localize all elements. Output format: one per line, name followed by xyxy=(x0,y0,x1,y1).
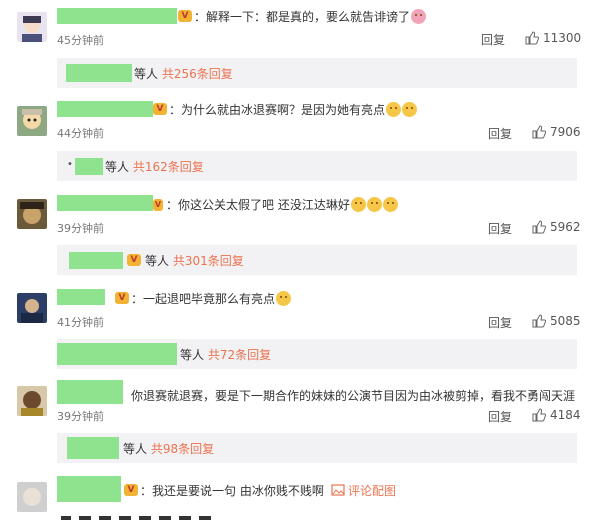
reply-button[interactable]: 回复 xyxy=(488,314,512,331)
view-replies-link[interactable]: 共72条回复 xyxy=(208,348,271,362)
reply-summary: 等人 共72条回复 xyxy=(180,348,272,362)
timestamp: 41分钟前 xyxy=(57,316,104,329)
like-count: 5085 xyxy=(550,314,581,328)
view-replies-link[interactable]: 共162条回复 xyxy=(133,160,204,174)
comment-text: ：你这公关太假了吧 还没江达琳好 xyxy=(166,196,398,213)
like-thumb-icon[interactable] xyxy=(532,220,546,234)
avatar[interactable] xyxy=(17,482,47,512)
drool-emoji-icon xyxy=(366,197,382,212)
view-comment-image-link[interactable]: 评论配图 xyxy=(348,482,396,499)
username-redacted[interactable] xyxy=(57,101,153,117)
timestamp: 45分钟前 xyxy=(57,34,104,47)
smirk-emoji-icon xyxy=(276,291,292,306)
vip-badge-icon: V xyxy=(178,10,192,22)
avatar[interactable] xyxy=(17,293,47,323)
drool-emoji-icon xyxy=(382,197,398,212)
replier-names-redacted xyxy=(66,64,132,82)
username-redacted[interactable] xyxy=(57,8,177,24)
reply-summary: 等人 共256条回复 xyxy=(134,67,233,81)
comment-text: ：解释一下：都是真的，要么就告诽谤了 xyxy=(194,8,427,25)
vip-badge-icon: V xyxy=(153,103,167,115)
avatar[interactable] xyxy=(17,386,47,416)
comment-image-preview[interactable] xyxy=(57,508,227,520)
avatar[interactable] xyxy=(17,12,47,42)
heart-eyes-emoji-icon xyxy=(402,102,418,117)
drool-emoji-icon xyxy=(350,197,366,212)
username-redacted[interactable] xyxy=(57,380,123,404)
reply-summary: 等人 共98条回复 xyxy=(123,442,215,456)
timestamp: 39分钟前 xyxy=(57,410,104,423)
view-replies-link[interactable]: 共301条回复 xyxy=(173,254,244,268)
like-count: 4184 xyxy=(550,408,581,422)
vip-badge-icon: V xyxy=(127,254,141,266)
more-dots: • xyxy=(67,159,73,170)
reply-summary-box[interactable]: 等人 共98条回复 xyxy=(57,433,577,463)
reply-button[interactable]: 回复 xyxy=(488,220,512,237)
vip-badge-icon: V xyxy=(115,292,129,304)
like-count: 11300 xyxy=(543,31,582,45)
reply-summary: 等人 共162条回复 xyxy=(105,160,204,174)
heart-eyes-emoji-icon xyxy=(386,102,402,117)
replier-names-redacted xyxy=(67,437,119,459)
like-thumb-icon[interactable] xyxy=(532,125,546,139)
reply-summary-box[interactable]: V 等人 共301条回复 xyxy=(57,245,577,275)
replier-names-redacted xyxy=(75,158,103,175)
reply-summary-box[interactable]: 等人 共256条回复 xyxy=(57,58,577,88)
comment-text: ：为什么就由冰退赛啊？是因为她有亮点 xyxy=(169,101,418,118)
username-redacted[interactable] xyxy=(57,289,105,305)
reply-button[interactable]: 回复 xyxy=(488,408,512,425)
vip-badge-icon: V xyxy=(153,199,163,211)
avatar[interactable] xyxy=(17,106,47,136)
reply-button[interactable]: 回复 xyxy=(481,31,505,48)
reply-summary-box[interactable]: 等人 共72条回复 xyxy=(57,339,577,369)
timestamp: 39分钟前 xyxy=(57,222,104,235)
comment-text: ：我还是要说一句 由冰你贱不贱啊 xyxy=(140,484,324,498)
comment-text: ：一起退吧毕竟那么有亮点 xyxy=(131,290,292,307)
like-thumb-icon[interactable] xyxy=(525,31,539,45)
comment-text: 你退赛就退赛，要是下一期合作的妹妹的公演节目因为由冰被剪掉，看我不勇闯天涯 xyxy=(131,389,576,403)
image-icon xyxy=(331,484,345,496)
like-count: 7906 xyxy=(550,125,581,139)
like-count: 5962 xyxy=(550,220,581,234)
avatar[interactable] xyxy=(17,199,47,229)
reply-summary-box[interactable]: • 等人 共162条回复 xyxy=(57,151,577,181)
replier-names-redacted xyxy=(69,252,123,269)
username-redacted[interactable] xyxy=(57,476,121,502)
replier-names-redacted xyxy=(57,343,177,365)
like-thumb-icon[interactable] xyxy=(532,314,546,328)
reply-button[interactable]: 回复 xyxy=(488,125,512,142)
username-redacted[interactable] xyxy=(57,195,153,211)
view-replies-link[interactable]: 共256条回复 xyxy=(162,67,233,81)
timestamp: 44分钟前 xyxy=(57,127,104,140)
vip-badge-icon: V xyxy=(124,484,138,496)
pig-emoji-icon xyxy=(411,9,427,24)
reply-summary: 等人 共301条回复 xyxy=(145,254,244,268)
like-thumb-icon[interactable] xyxy=(532,408,546,422)
view-replies-link[interactable]: 共98条回复 xyxy=(151,442,214,456)
